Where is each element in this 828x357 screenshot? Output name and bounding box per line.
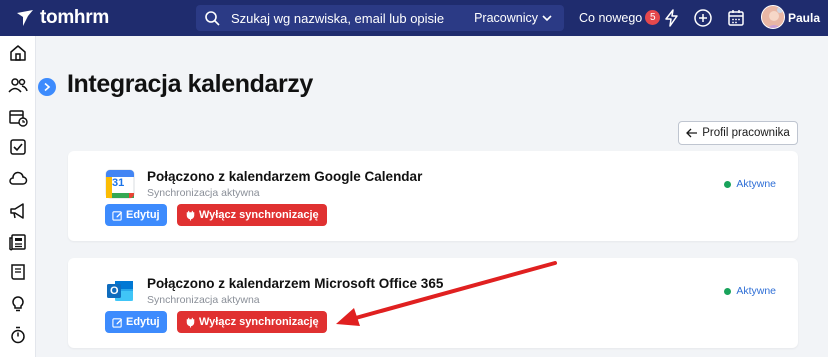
disable-sync-label: Wyłącz synchronizację — [199, 316, 319, 328]
search-bar[interactable]: Szukaj wg nazwiska, email lub opisie Pra… — [196, 5, 564, 31]
top-bar: tomhrm Szukaj wg nazwiska, email lub opi… — [0, 0, 828, 36]
edit-icon — [112, 210, 123, 221]
home-icon[interactable] — [8, 43, 28, 63]
news-button[interactable]: Co nowego 5 — [579, 10, 661, 25]
disable-sync-button[interactable]: Wyłącz synchronizację — [177, 204, 327, 226]
news-count-badge: 5 — [645, 10, 661, 25]
users-icon[interactable] — [8, 75, 28, 95]
cloud-icon[interactable] — [8, 169, 28, 189]
user-avatar-image — [762, 6, 784, 28]
employee-profile-button[interactable]: Profil pracownika — [678, 121, 798, 145]
annotation-arrow — [336, 261, 557, 326]
disable-sync-button[interactable]: Wyłącz synchronizację — [177, 311, 327, 333]
edit-label: Edytuj — [126, 209, 160, 221]
app-name: tomhrm — [40, 7, 109, 28]
plug-icon — [186, 210, 195, 221]
search-icon — [205, 11, 220, 26]
integration-card-google: 31 Połączono z kalendarzem Google Calend… — [68, 151, 798, 241]
google-calendar-day: 31 — [112, 177, 125, 189]
search-filter-dropdown[interactable]: Pracownicy — [474, 11, 552, 25]
page-title: Integracja kalendarzy — [67, 70, 313, 98]
lightning-icon[interactable] — [662, 8, 682, 28]
status-badge: Aktywne — [724, 285, 776, 297]
search-input[interactable]: Szukaj wg nazwiska, email lub opisie — [231, 11, 444, 26]
edit-label: Edytuj — [126, 316, 160, 328]
lightbulb-icon[interactable] — [8, 293, 28, 313]
stopwatch-icon[interactable] — [8, 325, 28, 345]
calendar-clock-icon[interactable] — [8, 107, 28, 127]
status-badge: Aktywne — [724, 178, 776, 190]
status-dot-icon — [724, 287, 732, 295]
megaphone-icon[interactable] — [8, 201, 28, 221]
sidebar-expand-button[interactable] — [38, 78, 56, 96]
search-filter-label: Pracownicy — [474, 11, 538, 25]
calendar-icon[interactable] — [726, 8, 746, 28]
user-name[interactable]: Paula — [788, 11, 820, 25]
edit-icon — [112, 317, 123, 328]
checkbox-icon[interactable] — [8, 137, 28, 157]
sidebar — [0, 36, 36, 357]
integration-subtitle: Synchronizacja aktywna — [147, 187, 260, 199]
outlook-letter: O — [110, 285, 119, 297]
employee-profile-label: Profil pracownika — [702, 127, 790, 139]
edit-button[interactable]: Edytuj — [105, 204, 167, 226]
edit-button[interactable]: Edytuj — [105, 311, 167, 333]
status-label: Aktywne — [736, 285, 776, 297]
app-logo[interactable]: tomhrm — [14, 7, 109, 29]
plus-circle-icon[interactable] — [693, 8, 713, 28]
news-label: Co nowego — [579, 10, 643, 25]
newspaper-icon[interactable] — [8, 232, 28, 252]
chevron-right-icon — [44, 82, 51, 92]
avatar[interactable] — [761, 5, 785, 29]
book-icon[interactable] — [8, 262, 28, 282]
status-dot-icon — [724, 180, 732, 188]
logo-icon — [17, 10, 33, 26]
chevron-down-icon — [542, 15, 552, 22]
disable-sync-label: Wyłącz synchronizację — [199, 209, 319, 221]
plug-icon — [186, 317, 195, 328]
status-label: Aktywne — [736, 178, 776, 190]
integration-subtitle: Synchronizacja aktywna — [147, 294, 260, 306]
arrow-left-icon — [686, 128, 698, 138]
integration-title: Połączono z kalendarzem Google Calendar — [147, 169, 423, 184]
